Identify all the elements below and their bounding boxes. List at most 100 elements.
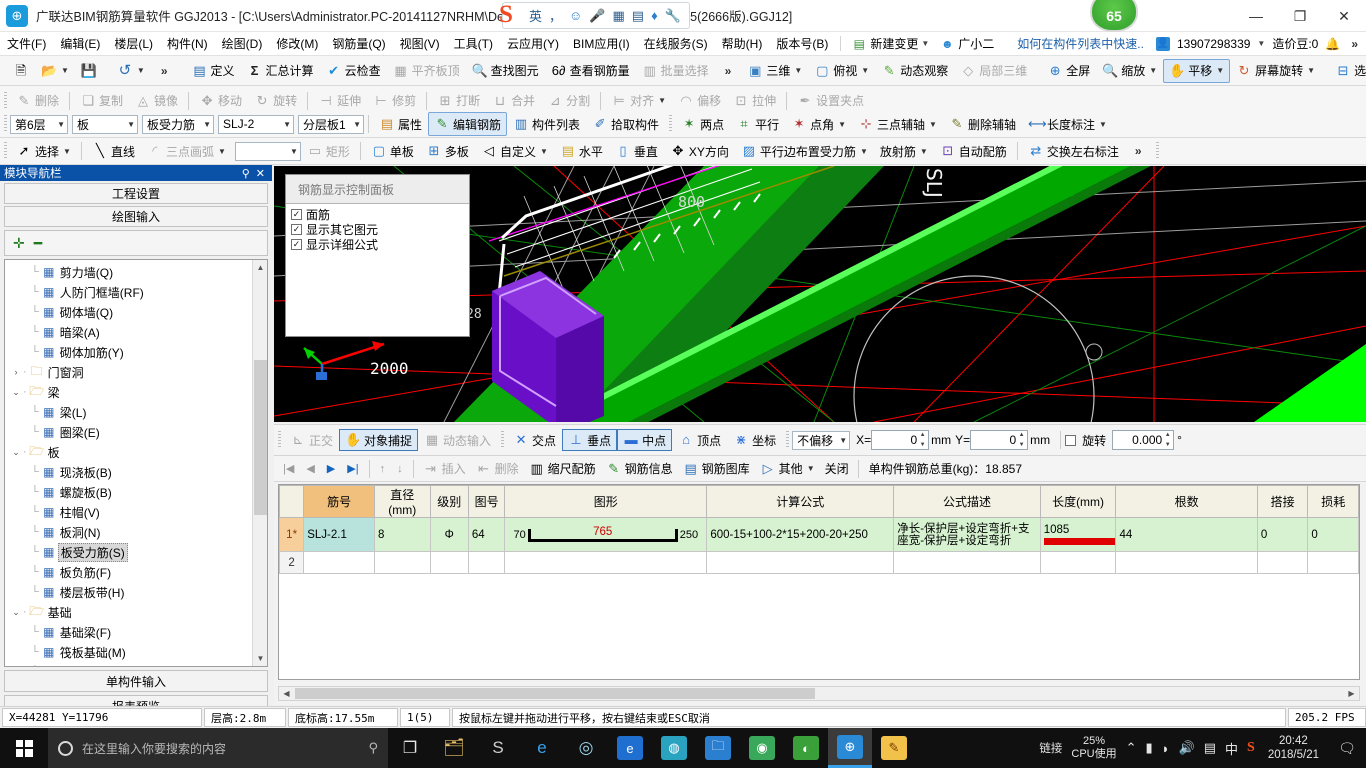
chevron-down-icon[interactable]: ▼ [1149, 66, 1157, 75]
tree-item-folder[interactable]: ⌄ · 🗁 板 [5, 442, 262, 462]
dynamic-input-toggle[interactable]: ▦ 动态输入 [418, 429, 497, 451]
rotate-button[interactable]: ↻ 旋转 [248, 89, 303, 113]
taskbar-app-explorer[interactable]: 🗂 [432, 728, 476, 768]
cell-formula[interactable] [706, 551, 895, 574]
scale-rebar-button[interactable]: ▥ 缩尺配筋 [524, 458, 601, 479]
col-loss[interactable]: 损耗 [1307, 485, 1359, 518]
cell-shape[interactable] [504, 551, 708, 574]
menu-modify[interactable]: 修改(M) [269, 33, 325, 54]
cell-formula[interactable]: 600-15+100-2*15+200-20+250 [706, 517, 895, 552]
rotate-input[interactable]: 0.000 ▲ ▼ [1112, 430, 1175, 450]
chevron-down-icon[interactable]: ▼ [838, 120, 846, 129]
horizontal-button[interactable]: ▤ 水平 [554, 139, 609, 163]
object-snap-toggle[interactable]: ✋ 对象捕捉 [339, 429, 419, 451]
account-label[interactable]: 13907298339 [1177, 37, 1250, 51]
chevron-down-icon[interactable]: ▼ [920, 147, 928, 156]
other-menu-button[interactable]: ▷ 其他 ▼ [755, 458, 820, 479]
ime-voice-icon[interactable]: 🎤 [589, 8, 605, 24]
ime-lang-label[interactable]: 英 [529, 6, 542, 25]
open-file-button[interactable]: 📂 ▼ [35, 59, 75, 83]
extend-button[interactable]: ⊣ 延伸 [312, 89, 367, 113]
maximize-button[interactable]: ❐ [1278, 0, 1322, 32]
offset-mode-combo[interactable]: 不偏移 ▼ [792, 430, 851, 450]
swap-lr-dim-button[interactable]: ⇄ 交换左右标注 [1022, 139, 1125, 163]
taskbar-app-skype[interactable]: S [476, 728, 520, 768]
account-chevron-down-icon[interactable]: ▼ [1257, 39, 1265, 48]
chevron-down-icon[interactable]: ▼ [860, 147, 868, 156]
chevron-down-icon[interactable]: ▼ [1099, 120, 1107, 129]
taskbar-app-browser-green[interactable]: ◐ [784, 728, 828, 768]
wifi-icon[interactable]: ◗ [1162, 741, 1170, 756]
rebar-table-wrap[interactable]: 筋号 直径(mm) 级别 图号 图形 计算公式 公式描述 长度(mm) 根数 搭… [278, 484, 1360, 680]
single-member-input-button[interactable]: 单构件输入 [4, 670, 268, 692]
first-record-button[interactable]: |◀ [277, 462, 300, 475]
chevron-down-icon[interactable]: ▼ [861, 66, 869, 75]
chevron-down-icon[interactable]: ▼ [929, 120, 937, 129]
tree-item-folder[interactable]: › · 🗀 门窗洞 [5, 362, 262, 382]
tree-item-leaf[interactable]: └ ▦ 人防门框墙(RF) [5, 282, 262, 302]
chevron-down-icon[interactable]: ▼ [279, 120, 291, 129]
scroll-up-icon[interactable]: ▲ [253, 260, 267, 275]
xy-direction-button[interactable]: ✥ XY方向 [664, 139, 735, 163]
align-slab-top-button[interactable]: ▦ 平齐板顶 [387, 59, 466, 83]
col-count[interactable]: 根数 [1115, 485, 1258, 518]
find-element-button[interactable]: 🔍 查找图元 [466, 59, 545, 83]
tree-item-leaf[interactable]: └ ▦ 砌体加筋(Y) [5, 342, 262, 362]
batch-select-button[interactable]: ▥ 批量选择 [636, 59, 715, 83]
chevron-down-icon[interactable]: ⌄ [9, 387, 23, 398]
col-lap[interactable]: 搭接 [1256, 485, 1309, 518]
toolbar-overflow-left[interactable]: » [151, 59, 178, 83]
tree-item-folder[interactable]: ⌄ · 🗁 梁 [5, 382, 262, 402]
delete-axis-button[interactable]: ✎ 删除辅轴 [943, 112, 1022, 136]
chevron-down-icon[interactable]: ▼ [199, 120, 211, 129]
category-combo[interactable]: 板 ▼ [72, 114, 138, 134]
y-spinner[interactable]: ▲ ▼ [1017, 432, 1026, 448]
ime-skin-icon[interactable]: ♦ [651, 8, 658, 23]
tree-item-leaf[interactable]: └▦集水坑(K) [5, 662, 262, 666]
chevron-up-icon[interactable]: ⌃ [1126, 740, 1137, 756]
ime-punctuation-icon[interactable]: ， [549, 6, 562, 25]
checkbox-row-show-other[interactable]: ✓ 显示其它图元 [291, 222, 469, 237]
chevron-down-icon[interactable]: ▼ [921, 39, 929, 48]
taskbar-app-browser-teal[interactable]: ◍ [652, 728, 696, 768]
toolbar-overflow-mid[interactable]: » [715, 59, 742, 83]
stretch-button[interactable]: ⊡ 拉伸 [727, 89, 782, 113]
volume-icon[interactable]: 🔊 [1179, 740, 1195, 756]
chevron-right-icon[interactable]: › [9, 367, 23, 377]
radial-rebar-button[interactable]: 放射筋 ▼ [874, 139, 934, 163]
close-icon[interactable]: ✕ [253, 167, 268, 180]
member-combo[interactable]: SLJ-2 ▼ [218, 114, 294, 134]
split-button[interactable]: ⊿ 分割 [541, 89, 596, 113]
rebar-info-button[interactable]: ✎ 钢筋信息 [601, 458, 678, 479]
sogou-ime-icon[interactable]: S [491, 0, 521, 30]
toolbar-grip[interactable] [669, 115, 673, 133]
edit-rebar-button[interactable]: ✎ 编辑钢筋 [428, 112, 508, 136]
delete-row-button[interactable]: ⇤ 删除 [471, 458, 524, 479]
cell-grade[interactable] [429, 551, 469, 574]
taskbar-app-browser-blue[interactable]: e [608, 728, 652, 768]
tree-item-leaf[interactable]: └ ▦ 板负筋(F) [5, 562, 262, 582]
cloud-check-button[interactable]: ✔ 云检查 [320, 59, 387, 83]
select-floor-button[interactable]: ⊟ 选择楼层 [1329, 59, 1366, 83]
view-3d-button[interactable]: ▣ 三维 ▼ [741, 59, 808, 83]
menu-file[interactable]: 文件(F) [0, 33, 53, 54]
checkbox-show-other[interactable]: ✓ [291, 224, 302, 235]
rebar-library-button[interactable]: ▤ 钢筋图库 [678, 458, 755, 479]
scroll-right-icon[interactable]: ▶ [1345, 688, 1358, 699]
clock[interactable]: 20:42 2018/5/21 [1264, 734, 1323, 762]
scroll-thumb[interactable] [254, 360, 267, 515]
chevron-down-icon[interactable]: ▼ [807, 464, 815, 473]
pin-icon[interactable]: ⚲ [239, 167, 253, 180]
menu-member[interactable]: 构件(N) [160, 33, 215, 54]
sogou-icon[interactable]: S [1247, 740, 1255, 756]
menu-floor[interactable]: 楼层(L) [107, 33, 160, 54]
rebar-display-control-panel[interactable]: 钢筋显示控制面板 ✓ 面筋 ✓ 显示其它图元 ✓ 显示详细公式 [285, 174, 470, 337]
new-file-button[interactable]: 🗎 [7, 59, 35, 83]
tree-scrollbar[interactable]: ▲ ▼ [252, 260, 267, 666]
point-angle-axis-button[interactable]: ✶ 点角 ▼ [785, 112, 852, 136]
toolbar-grip[interactable] [278, 431, 281, 449]
tree-item-folder[interactable]: ⌄ · 🗁 基础 [5, 602, 262, 622]
col-rownum[interactable] [279, 485, 305, 518]
checkbox-mianjin[interactable]: ✓ [291, 209, 302, 220]
col-rebar-no[interactable]: 筋号 [303, 485, 375, 518]
